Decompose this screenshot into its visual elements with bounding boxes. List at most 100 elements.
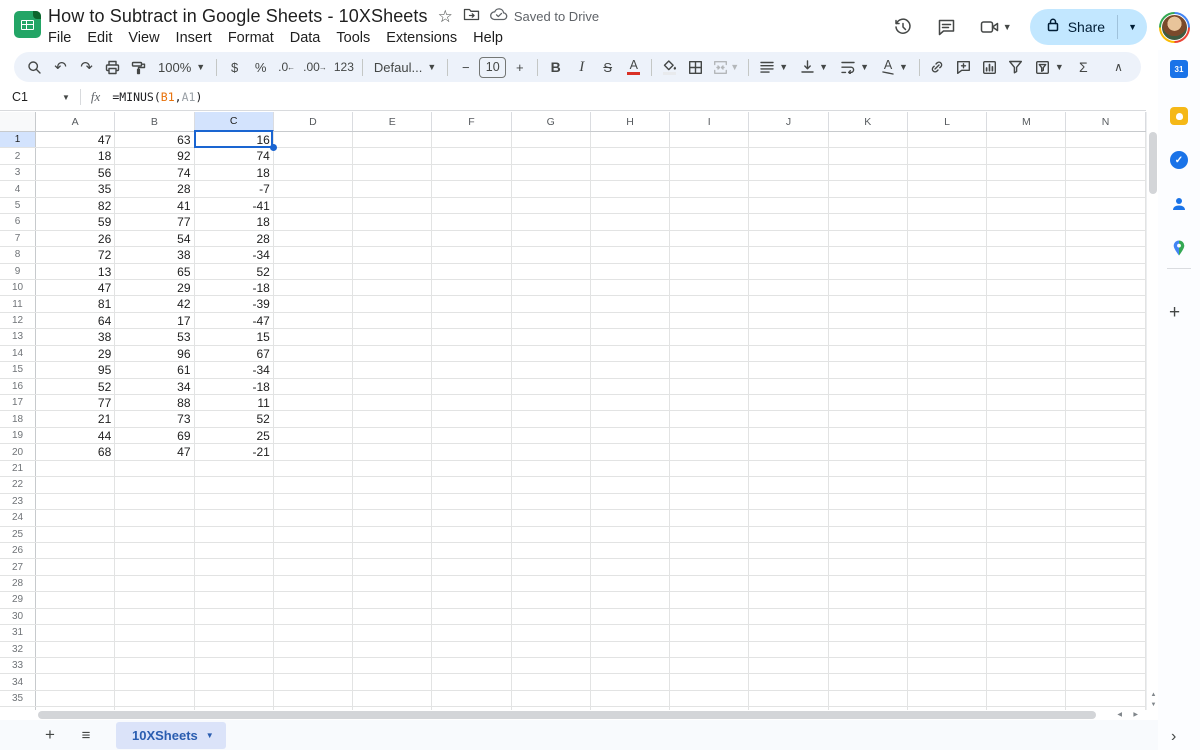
cell-D4[interactable] [274, 181, 354, 197]
cell-H3[interactable] [591, 164, 671, 181]
cell-J26[interactable] [749, 542, 829, 559]
cell-H21[interactable] [591, 460, 671, 477]
row-header-11[interactable]: 11 [0, 296, 36, 312]
cell-N28[interactable] [1066, 575, 1146, 592]
cell-C22[interactable] [195, 477, 274, 493]
cell-G33[interactable] [512, 658, 591, 674]
cell-L8[interactable] [908, 247, 988, 263]
cell-E1[interactable] [353, 132, 433, 148]
cell-J18[interactable] [749, 411, 829, 427]
decrease-font-size-icon[interactable]: − [453, 55, 478, 79]
cell-F19[interactable] [432, 427, 512, 444]
decrease-decimal-icon[interactable]: .0 ← [274, 55, 299, 79]
cell-L27[interactable] [908, 559, 988, 575]
cell-H26[interactable] [591, 542, 671, 559]
cell-G21[interactable] [512, 460, 591, 477]
cell-G6[interactable] [512, 214, 591, 230]
menu-file[interactable]: File [40, 28, 79, 48]
cell-E20[interactable] [353, 444, 433, 460]
cell-A35[interactable] [36, 690, 116, 707]
cell-E11[interactable] [353, 296, 433, 312]
cell-H18[interactable] [591, 411, 671, 427]
cell-C13[interactable]: 15 [195, 329, 274, 345]
col-header-G[interactable]: G [512, 112, 591, 131]
cell-C27[interactable] [195, 559, 274, 575]
cell-N31[interactable] [1066, 625, 1146, 641]
keep-icon[interactable] [1170, 107, 1188, 125]
cell-B25[interactable] [115, 526, 195, 542]
cell-K18[interactable] [829, 411, 908, 427]
cell-E4[interactable] [353, 181, 433, 197]
cell-I33[interactable] [670, 658, 750, 674]
cell-J14[interactable] [749, 345, 829, 362]
cell-J17[interactable] [749, 395, 829, 411]
cell-N9[interactable] [1066, 263, 1146, 279]
row-header-7[interactable]: 7 [0, 230, 36, 247]
cell-A4[interactable]: 35 [36, 181, 116, 197]
cell-E26[interactable] [353, 542, 433, 559]
row-header-34[interactable]: 34 [0, 674, 36, 690]
cell-G31[interactable] [512, 625, 591, 641]
cell-N22[interactable] [1066, 477, 1146, 493]
row-header-8[interactable]: 8 [0, 247, 36, 263]
all-sheets-icon[interactable]: ≡ [74, 727, 98, 744]
cell-D21[interactable] [274, 460, 354, 477]
cell-H7[interactable] [591, 230, 671, 247]
cell-F3[interactable] [432, 164, 512, 181]
cell-M5[interactable] [987, 197, 1067, 214]
cell-D27[interactable] [274, 559, 354, 575]
cell-C10[interactable]: -18 [195, 279, 274, 296]
row-header-3[interactable]: 3 [0, 164, 36, 181]
cell-A2[interactable]: 18 [36, 148, 116, 164]
scroll-up-icon[interactable]: ▲ [1149, 692, 1158, 698]
cell-L31[interactable] [908, 625, 988, 641]
cell-A3[interactable]: 56 [36, 164, 116, 181]
cell-H6[interactable] [591, 214, 671, 230]
cell-A6[interactable]: 59 [36, 214, 116, 230]
cell-H23[interactable] [591, 493, 671, 510]
cell-F28[interactable] [432, 575, 512, 592]
col-header-L[interactable]: L [908, 112, 988, 131]
cell-M23[interactable] [987, 493, 1067, 510]
vertical-align-icon[interactable]: ▼ [795, 55, 834, 79]
cell-F27[interactable] [432, 559, 512, 575]
cell-E7[interactable] [353, 230, 433, 247]
cell-K21[interactable] [829, 460, 908, 477]
cell-H30[interactable] [591, 608, 671, 625]
cell-H16[interactable] [591, 378, 671, 394]
cell-A29[interactable] [36, 592, 116, 608]
horizontal-scroll-thumb[interactable] [38, 711, 1096, 719]
cell-E10[interactable] [353, 279, 433, 296]
cell-K24[interactable] [829, 510, 908, 526]
cell-D31[interactable] [274, 625, 354, 641]
cell-L6[interactable] [908, 214, 988, 230]
cell-J16[interactable] [749, 378, 829, 394]
cell-G5[interactable] [512, 197, 591, 214]
cell-C34[interactable] [195, 674, 274, 690]
cell-K34[interactable] [829, 674, 908, 690]
row-header-30[interactable]: 30 [0, 608, 36, 625]
cell-L28[interactable] [908, 575, 988, 592]
cell-A21[interactable] [36, 460, 116, 477]
collapse-toolbar-icon[interactable]: ∧ [1106, 55, 1131, 79]
cell-K20[interactable] [829, 444, 908, 460]
cell-I23[interactable] [670, 493, 750, 510]
cell-N5[interactable] [1066, 197, 1146, 214]
cell-A32[interactable] [36, 641, 116, 657]
cell-D13[interactable] [274, 329, 354, 345]
sheet-tab-caret-icon[interactable]: ▼ [206, 731, 214, 740]
cell-G10[interactable] [512, 279, 591, 296]
cell-J35[interactable] [749, 690, 829, 707]
cell-K16[interactable] [829, 378, 908, 394]
cell-L16[interactable] [908, 378, 988, 394]
cell-B32[interactable] [115, 641, 195, 657]
cell-J21[interactable] [749, 460, 829, 477]
select-all-corner[interactable] [0, 112, 36, 131]
row-header-15[interactable]: 15 [0, 362, 36, 378]
cell-F25[interactable] [432, 526, 512, 542]
vertical-scrollbar[interactable]: ▲ ▼ [1146, 112, 1158, 710]
cell-C20[interactable]: -21 [195, 444, 274, 460]
cell-J31[interactable] [749, 625, 829, 641]
add-sheet-icon[interactable]: + [38, 725, 62, 745]
cell-B31[interactable] [115, 625, 195, 641]
